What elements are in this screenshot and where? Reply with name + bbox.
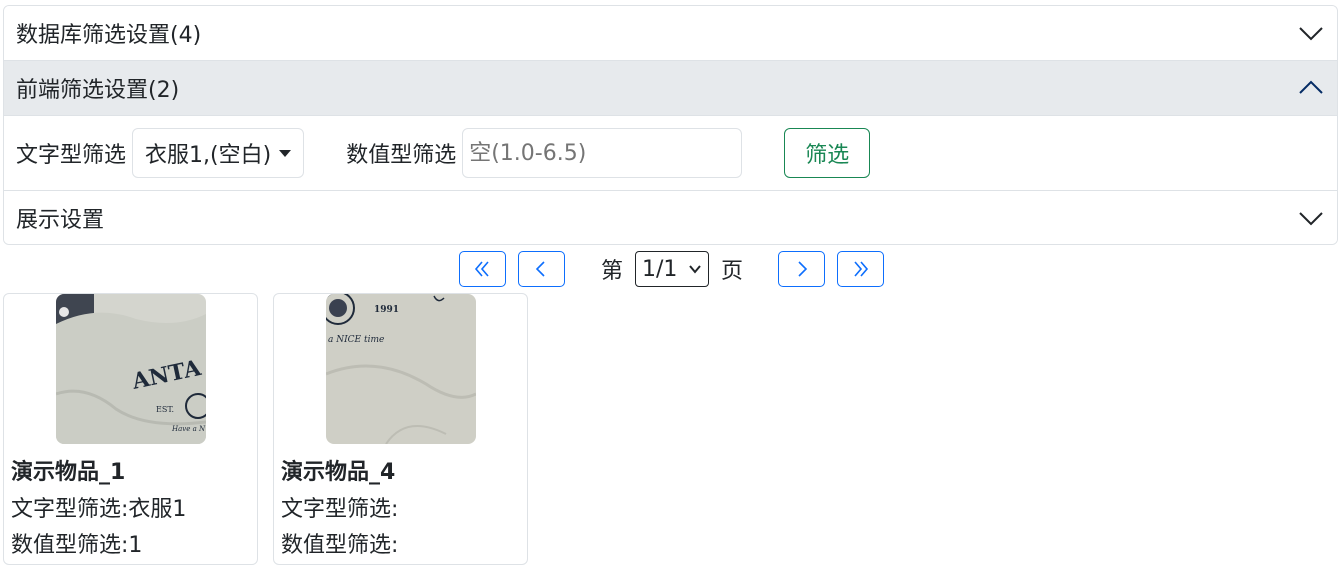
double-chevron-right-icon (853, 261, 868, 277)
print-text-script: Have a N (171, 425, 206, 433)
last-page-button[interactable] (837, 251, 885, 287)
item-num-filter: 数值型筛选:1 (11, 533, 143, 558)
display-settings-title: 展示设置 (16, 207, 105, 233)
next-page-button[interactable] (778, 251, 826, 287)
front-filter-title: 前端筛选设置(2) (16, 78, 180, 103)
page-select-value: 1/1 (642, 256, 678, 282)
print-text: 1991 (374, 305, 399, 315)
item-name: 演示物品_4 (281, 460, 396, 485)
num-filter-input[interactable] (462, 128, 743, 178)
print-text-script: a NICE time (328, 335, 384, 345)
db-filter-header[interactable]: 数据库筛选设置(4) (4, 6, 1337, 61)
num-filter-label: 数值型筛选 (346, 143, 457, 168)
chevron-right-icon (797, 261, 807, 277)
text-filter-value: 衣服1,(空白) (145, 143, 272, 168)
front-filter-header[interactable]: 前端筛选设置(2) (4, 61, 1337, 116)
pagination: 第 1/1 页 (0, 251, 1343, 287)
filter-accordion: 数据库筛选设置(4) 前端筛选设置(2) 文字型筛选 衣服1,(空白) 数值型筛… (3, 5, 1338, 245)
prev-page-button[interactable] (517, 251, 565, 287)
item-text-filter: 文字型筛选: (281, 497, 399, 522)
print-text-small: EST. (156, 405, 174, 414)
item-card[interactable]: 1991 a NICE time 演示物品_4 文字型筛选: 数值型筛选: (273, 293, 528, 565)
page-prefix: 第 (600, 259, 623, 284)
chevron-down-icon (1299, 27, 1323, 41)
item-thumbnail[interactable]: ANTA SPO EST. Have a N (56, 294, 206, 444)
filter-button[interactable]: 筛选 (784, 128, 871, 178)
page-suffix: 页 (721, 259, 744, 284)
page-select[interactable]: 1/1 (635, 251, 709, 287)
text-filter-label: 文字型筛选 (16, 143, 127, 168)
item-name: 演示物品_1 (11, 460, 126, 485)
db-filter-title: 数据库筛选设置(4) (16, 23, 202, 48)
chevron-down-icon (689, 265, 701, 274)
tshirt-photo: 1991 a NICE time (326, 294, 476, 444)
tshirt-photo: ANTA SPO EST. Have a N (56, 294, 206, 444)
double-chevron-left-icon (475, 261, 490, 277)
item-thumbnail[interactable]: 1991 a NICE time (326, 294, 476, 444)
first-page-button[interactable] (458, 251, 506, 287)
item-text-filter: 文字型筛选:衣服1 (11, 497, 187, 522)
front-filter-body: 文字型筛选 衣服1,(空白) 数值型筛选 筛选 (4, 116, 1337, 191)
item-card[interactable]: ANTA SPO EST. Have a N 演示物品_1 文字型筛选:衣服1 … (3, 293, 258, 565)
chevron-down-icon (1299, 211, 1323, 225)
text-filter-select[interactable]: 衣服1,(空白) (132, 128, 305, 178)
chevron-up-icon (1299, 80, 1323, 94)
caret-down-icon (279, 149, 292, 157)
item-num-filter: 数值型筛选: (281, 533, 399, 558)
chevron-left-icon (536, 261, 546, 277)
display-settings-header[interactable]: 展示设置 (4, 191, 1337, 244)
